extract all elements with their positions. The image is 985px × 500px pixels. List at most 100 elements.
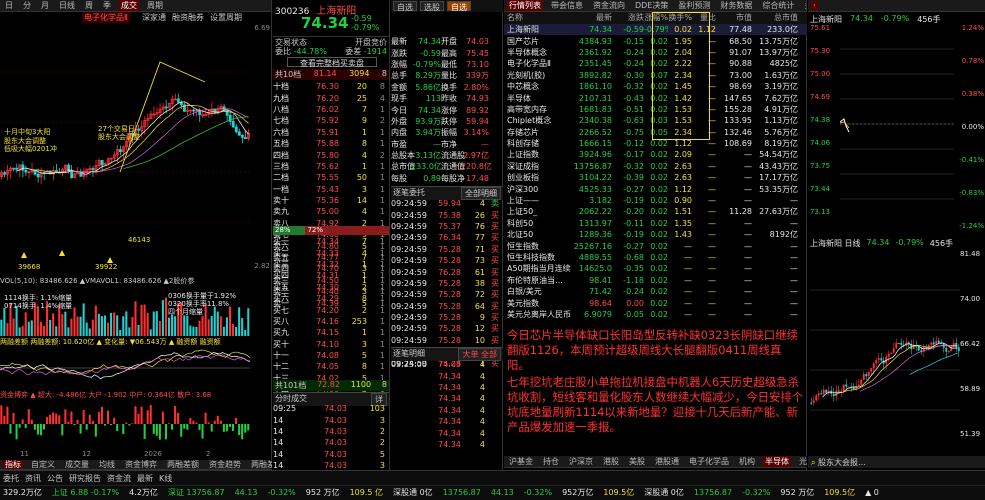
book-row[interactable]: 买七 74.20 2 1 [273,304,389,315]
list-bottom-tab-0[interactable]: 沪基金 [507,456,535,467]
list-row[interactable]: 恒生科技指数 4889.55 -0.68 0.02 — — — — [504,252,807,263]
list-row[interactable]: Chiplet概念 2340.38 -0.63 0.03 1.53 — 133.95 1.13… [504,115,807,126]
kline-bottom-tab-6[interactable]: 资金趋势 [207,460,243,469]
book-row[interactable]: 买五 74.30 2 1 [273,282,389,293]
list-row[interactable]: 光刻机(胶) 3892.82 -0.30 0.07 2.34 — 73.00 1.63万亿 [504,70,807,81]
list-bottom-tab-3[interactable]: 港股 [601,456,621,467]
list-row[interactable]: 电子化学品Ⅱ 2351.45 -0.24 0.02 2.22 — 90.88 4825亿 [504,58,807,69]
book-row[interactable]: 卖九 75.00 4 1 [273,206,389,217]
book-row[interactable]: 买九 74.15 1 1 [273,327,389,338]
list-row[interactable]: 高带宽内存 1681.83 -0.51 0.02 1.53 — 155.28 4.91万亿 [504,104,807,115]
status-tab-5[interactable]: 最新 [137,473,153,484]
list-bottom-tab-6[interactable]: 电子化学品 [687,456,731,467]
list-row[interactable]: 中芯概念 1861.10 -0.32 0.02 1.45 — 98.69 3.19万亿 [504,81,807,92]
list-header-0[interactable]: 名称 [504,12,572,24]
list-row[interactable]: 半导体概念 2361.92 -0.24 0.02 2.04 — 91.07 13.97万亿 [504,47,807,58]
kline-tab-2[interactable]: 月 [39,0,51,11]
list-row[interactable]: 存储芯片 2266.52 -0.75 0.05 2.34 — 132.46 5.76万亿 [504,127,807,138]
list-header-4[interactable]: 换手% [668,12,692,24]
kline-bottom-tab-1[interactable]: 自定义 [29,460,57,469]
kline-bottom-tab-5[interactable]: 两融差额 [165,460,201,469]
book-row[interactable]: 买三 74.32 1 1 [273,259,389,270]
status-tab-2[interactable]: 公告 [47,473,63,484]
mini-top-chart[interactable] [840,24,954,224]
kline-tab-4[interactable]: 周 [83,0,95,11]
book-row[interactable]: 四档 75.80 4 2 [273,149,389,160]
list-bottom-tab-4[interactable]: 美股 [627,456,647,467]
kline-tab-0[interactable]: 日 [3,0,15,11]
list-bottom-tab-7[interactable]: 机构 [737,456,757,467]
kline-bottom-tab-3[interactable]: 均线 [97,460,117,469]
status-tab-4[interactable]: 资金流 [107,473,131,484]
kline-tab-5[interactable]: 季 [101,0,113,11]
book-row[interactable]: 十二 74.05 8 1 [273,361,389,372]
list-row[interactable]: 美元指数 98.64 0.00 0.02 — — — — [504,297,807,308]
book-row[interactable]: 八档 76.02 7 1 [273,104,389,115]
list-row[interactable]: 科创50 1313.97 -0.11 0.02 1.35 — — — [504,218,807,229]
list-tab-1[interactable]: 带会信息 [549,0,585,11]
list-row[interactable]: 深证成指 13756.87 -0.32 0.02 2.63 — — 43.43万亿 [504,161,807,172]
list-tab-0[interactable]: 行情列表 [507,0,543,11]
list-header-5[interactable]: 量比 [692,12,716,24]
list-row[interactable]: 沪深300 4525.33 -0.27 0.02 1.12 — — 53.35万亿 [504,183,807,194]
book-row[interactable]: 七档 75.92 9 2 [273,115,389,126]
watchlist-button[interactable]: 自选 [393,1,417,12]
list-header-6[interactable]: 市值 [716,12,752,24]
list-row[interactable]: A50期指当月连续 14625.0 -0.35 0.02 — — — — [504,263,807,274]
mini-tab-1[interactable]: · [811,1,818,10]
book-row[interactable]: 买二 74.33 4 1 [273,247,389,258]
book-row[interactable]: 十一 74.08 5 1 [273,350,389,361]
book-row[interactable]: 十档 76.30 20 8 [273,81,389,92]
kline-tab-7[interactable]: 周期 [145,0,165,11]
list-bottom-tab-5[interactable]: 港股通 [653,456,681,467]
status-tab-1[interactable]: 资讯 [25,473,41,484]
list-tab-5[interactable]: 财务数据 [718,0,754,11]
status-tab-3[interactable]: 研究报告 [69,473,101,484]
book-row[interactable]: 三档 75.62 1 1 [273,161,389,172]
status-tab-0[interactable]: 委托 [3,473,19,484]
list-row[interactable]: 白银/美元 71.42 -0.24 0.02 — — — — [504,286,807,297]
list-row[interactable]: 国产芯片 4384.93 -0.15 0.02 1.95 — 68.50 13.75万亿 [504,35,807,46]
mini-mid-chart[interactable] [810,250,960,450]
book-row[interactable]: 一档 75.43 3 1 [273,184,389,195]
mini-search[interactable]: ⌕ 股东大会报… [808,456,985,468]
list-header-7[interactable]: 总市值 [752,12,798,24]
kline-tab-3[interactable]: 日线 [57,0,77,11]
list-bottom-tab-9[interactable]: 光刻胶 [797,456,807,467]
book-row[interactable]: 买十 74.10 3 1 [273,339,389,350]
list-header-1[interactable]: 最新 [572,12,612,24]
add-watch-button[interactable]: 自选 [447,1,471,12]
list-tab-7[interactable]: 多屏同列 [802,0,806,11]
list-tab-3[interactable]: DDE决策 [633,0,670,11]
list-row[interactable]: 科创存储 1666.15 -0.12 0.02 1.12 — 108.69 8.19万亿 [504,138,807,149]
kline-bottom-tab-0[interactable]: 指标 [3,460,23,469]
kline-bottom-tab-4[interactable]: 资金博弈 [123,460,159,469]
list-tab-2[interactable]: 资金流向 [591,0,627,11]
list-row[interactable]: 北证50 1289.36 -0.19 0.02 1.43 — — 8192亿 [504,229,807,240]
book-row[interactable]: 六档 75.91 1 1 [273,127,389,138]
book-row[interactable]: 买八 74.16 253 1 [273,316,389,327]
list-row[interactable]: 上证—— 3.182 -0.19 0.02 0.90 — — — [504,195,807,206]
list-row[interactable]: 布伦特原油当… 98.41 -1.18 0.02 — — — — [504,275,807,286]
stockpick-button[interactable]: 选股 [420,1,444,12]
list-bottom-tab-8[interactable]: 半导体 [763,456,791,467]
book-row[interactable]: 卖十 75.36 14 1 [273,195,389,206]
kline-bottom-tab-7[interactable]: 两融差额 [249,460,272,469]
book-row[interactable]: 五档 75.88 8 1 [273,138,389,149]
kline-bottom-tab-2[interactable]: 成交量 [63,460,91,469]
status-tab-6[interactable]: K线 [159,473,172,484]
book-row[interactable]: 九档 76.20 25 4 [273,92,389,103]
list-row[interactable]: 上证50_ 2062.22 -0.20 0.02 1.51 — 11.28 27.63万亿 [504,206,807,217]
kline-tab-6[interactable]: 成交 [119,0,139,11]
list-row[interactable]: 上证指数 3924.96 -0.17 0.02 2.09 — — 54.54万亿 [504,149,807,160]
book-row[interactable]: 买六 74.29 8 1 [273,293,389,304]
list-tab-6[interactable]: 综合统计 [760,0,796,11]
list-row[interactable]: 半导体 2107.31 -0.43 0.02 1.42 — 147.65 7.62万亿 [504,92,807,103]
list-tab-4[interactable]: 盈利预测 [676,0,712,11]
kline-tab-1[interactable]: 分 [21,0,33,11]
list-bottom-tab-2[interactable]: 沪深京 [567,456,595,467]
book-row[interactable]: 买四 74.31 1 1 [273,270,389,281]
list-row[interactable]: 创业板指 3104.22 -0.39 0.02 2.63 — — 17.17万亿 [504,172,807,183]
list-row[interactable]: 恒生指数 25267.16 -0.27 0.02 — — — — [504,240,807,251]
list-row[interactable]: 美元兑离岸人民币 6.9079 -0.05 0.02 — — — — [504,309,807,320]
